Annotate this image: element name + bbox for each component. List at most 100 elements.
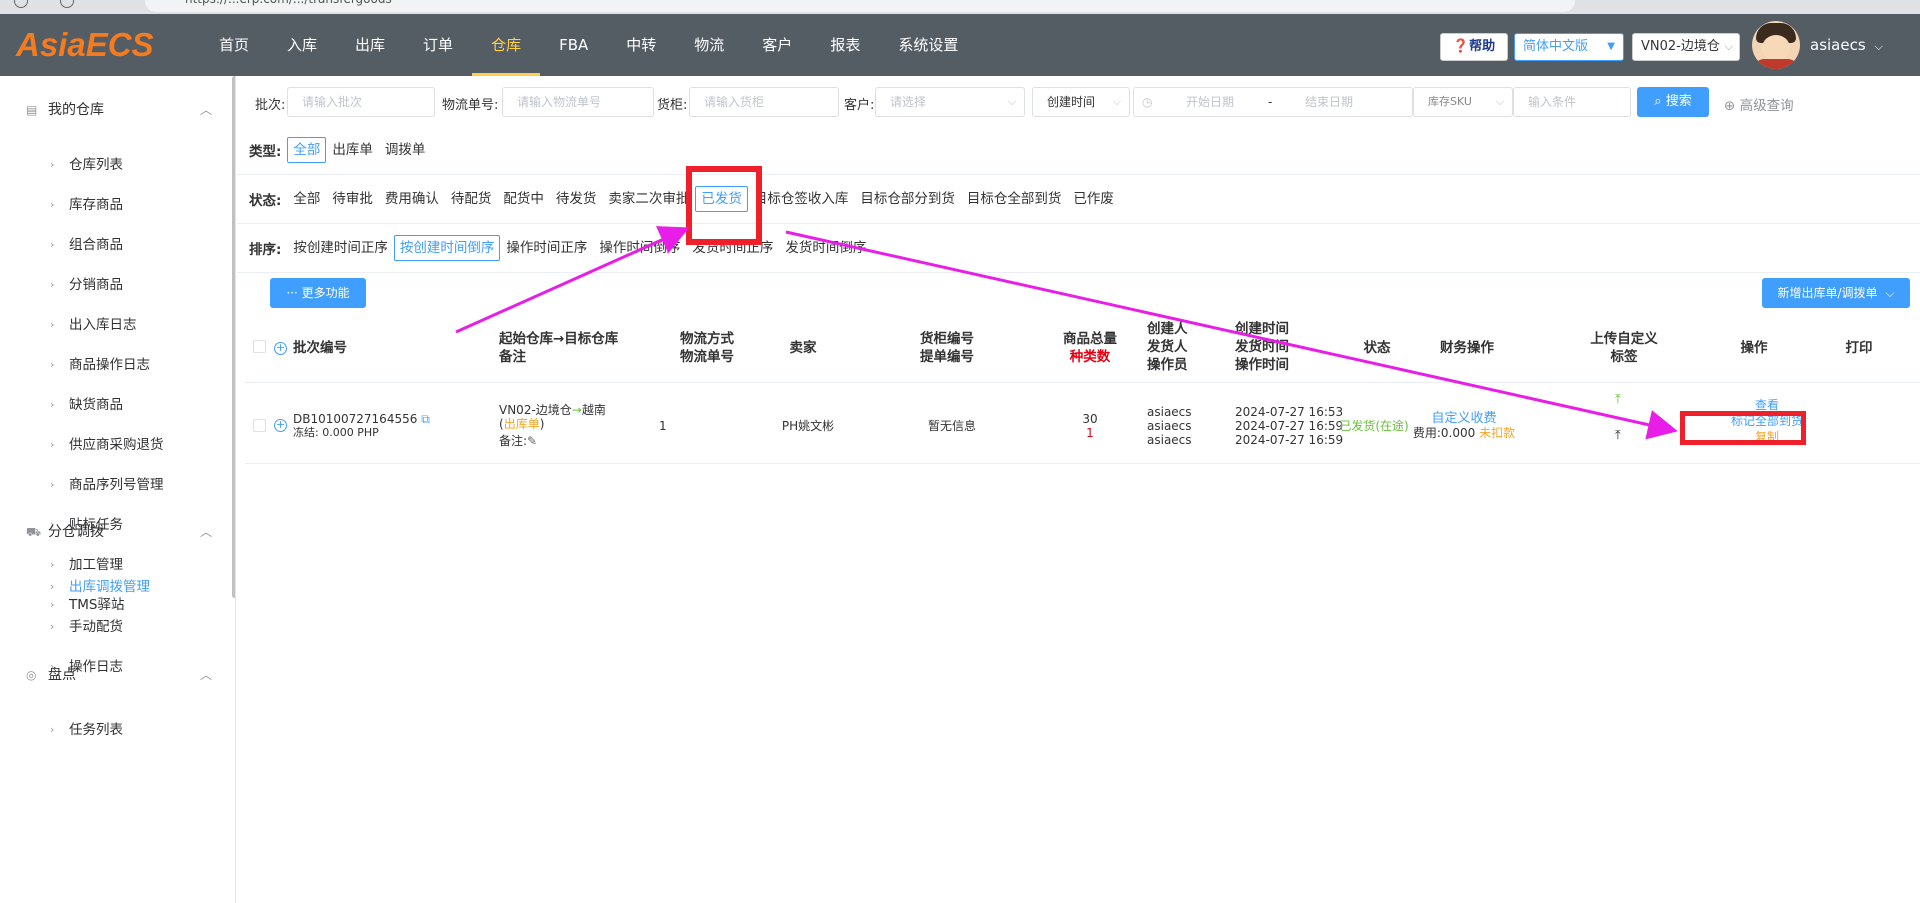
nav-item[interactable]: 客户 [743,14,811,76]
status-option[interactable]: 待审批 [326,186,379,212]
sort-option[interactable]: 操作时间倒序 [593,235,686,261]
nav-item[interactable]: 订单 [404,14,472,76]
sidebar-group[interactable]: ◎ 盘点 ︿ [0,650,230,700]
copy-icon[interactable]: ⧉ [421,412,430,426]
new-outbound-button[interactable]: 新增出库单/调拨单 ⌵ [1762,278,1910,308]
nav-item[interactable]: 报表 [811,14,879,76]
expand-row-icon[interactable]: + [274,419,287,432]
sidebar-group[interactable]: ▤ 我的仓库 ︿ [0,85,230,135]
status-option[interactable]: 卖家二次审批 [602,186,695,212]
address-bar[interactable]: https://...erp.com/.../transfergoods [145,0,1575,12]
nav-item[interactable]: 入库 [268,14,336,76]
sort-option[interactable]: 操作时间正序 [500,235,593,261]
sort-option[interactable]: 按创建时间倒序 [393,235,501,261]
col-time-line1: 创建时间 [1235,321,1289,337]
col-people-line3: 操作员 [1147,357,1188,373]
sidebar-item[interactable]: › 组合商品 [0,225,230,265]
status-badge: 已发货(在途) [1339,419,1409,433]
advanced-search-link[interactable]: ⊕ 高级查询 [1724,94,1794,114]
help-button[interactable]: ❓帮助 [1440,33,1508,61]
reload-icon[interactable] [60,0,74,8]
view-link[interactable]: 查看 [1717,398,1817,412]
cabinet-input[interactable]: 请输入货柜 [689,87,839,117]
sidebar-scrollbar[interactable] [232,76,235,598]
sidebar-item[interactable]: › 分销商品 [0,265,230,305]
more-functions-button[interactable]: ··· 更多功能 [270,278,366,308]
divider [237,272,1920,273]
sort-option[interactable]: 发货时间倒序 [779,235,872,261]
col-cabinet-line2: 提单编号 [920,349,974,365]
date-range-picker[interactable]: ◷ 开始日期 - 结束日期 [1133,87,1413,117]
shipper: asiaecs [1147,419,1192,433]
sort-option[interactable]: 按创建时间正序 [287,235,394,261]
nav-item[interactable]: 系统设置 [879,14,977,76]
app-logo[interactable]: AsiaECS [16,26,154,64]
people-cell: asiaecs asiaecs asiaecs [1147,405,1192,447]
sku-type-select[interactable]: 库存SKU ⌵ [1413,87,1513,117]
nav-item[interactable]: 中转 [607,14,675,76]
user-menu[interactable]: asiaecs ⌵ [1810,36,1883,54]
search-button[interactable]: ⌕ 搜索 [1637,87,1709,117]
sidebar-item[interactable]: › 仓库列表 [0,145,230,185]
type-option[interactable]: 出库单 [326,137,379,163]
user-avatar[interactable] [1752,21,1800,69]
condition-input[interactable]: 输入条件 [1513,87,1631,117]
col-shipping-line2: 物流单号 [680,349,734,365]
sidebar-item[interactable]: › 商品操作日志 [0,345,230,385]
start-date-input[interactable]: 开始日期 [1186,88,1234,116]
status-option[interactable]: 目标仓签收入库 [748,186,855,212]
chevron-right-icon: › [50,723,55,736]
col-people: 创建人 发货人 操作员 [1147,320,1191,374]
select-all-checkbox[interactable] [253,340,266,353]
status-option[interactable]: 待配货 [445,186,498,212]
edit-icon[interactable]: ✎ [527,434,537,448]
sidebar-item-label: 仓库列表 [69,157,123,173]
upload-icon[interactable]: ⤒ [1615,392,1621,407]
status-option[interactable]: 已作废 [1067,186,1120,212]
status-option[interactable]: 目标仓部分到货 [854,186,961,212]
sidebar-item[interactable]: › 供应商采购退货 [0,425,230,465]
created-at: 2024-07-27 16:53 [1235,405,1344,419]
time-type-select[interactable]: 创建时间 ⌵ [1032,87,1130,117]
status-option[interactable]: 配货中 [497,186,550,212]
batch-number[interactable]: DB10100727164556 [293,412,417,426]
type-option[interactable]: 全部 [287,137,327,163]
nav-item[interactable]: FBA [540,14,607,76]
warehouse-label: VN02-边境仓 [1641,39,1720,54]
sidebar-item[interactable]: › 出入库日志 [0,305,230,345]
status-option[interactable]: 待发货 [550,186,603,212]
expand-all-icon[interactable]: + [274,342,287,355]
group-icon: ◎ [26,668,37,682]
sidebar-item[interactable]: › 商品序列号管理 [0,465,230,505]
status-option[interactable]: 费用确认 [379,186,445,212]
sidebar-item[interactable]: › 手动配货 [0,607,230,647]
row-checkbox[interactable] [253,419,266,432]
nav-item[interactable]: 首页 [200,14,268,76]
language-select[interactable]: 简体中文版 ▼ [1514,33,1624,61]
customer-select[interactable]: 请选择 ⌵ [875,87,1025,117]
language-label: 简体中文版 [1523,39,1589,54]
col-people-line2: 发货人 [1147,339,1188,355]
sidebar-item[interactable]: › 出库调拨管理 [0,567,230,607]
nav-item[interactable]: 物流 [675,14,743,76]
chevron-right-icon: › [50,478,55,491]
status-option[interactable]: 全部 [287,186,326,212]
nav-item[interactable]: 出库 [336,14,404,76]
status-option[interactable]: 目标仓全部到货 [961,186,1068,212]
back-icon[interactable] [14,0,28,8]
batch-input[interactable]: 请输入批次 [287,87,435,117]
col-shipping: 物流方式 物流单号 [657,330,757,366]
sidebar-item[interactable]: › 库存商品 [0,185,230,225]
sidebar-group[interactable]: ⛟ 分仓调拨 ︿ [0,507,230,557]
type-option[interactable]: 调拨单 [379,137,432,163]
col-route-line2: 备注 [499,349,526,365]
sidebar-item[interactable]: › 缺货商品 [0,385,230,425]
tracking-input[interactable]: 请输入物流单号 [502,87,654,117]
upload-icon[interactable]: ⤒ [1615,428,1621,443]
nav-item[interactable]: 仓库 [472,14,541,76]
warehouse-select[interactable]: VN02-边境仓 ⌵ [1632,33,1740,61]
custom-fee-link[interactable]: 自定义收费 [1409,412,1519,426]
sidebar-item[interactable]: › 任务列表 [0,710,230,750]
col-route: 起始仓库→目标仓库 备注 [499,330,618,366]
end-date-input[interactable]: 结束日期 [1305,88,1353,116]
